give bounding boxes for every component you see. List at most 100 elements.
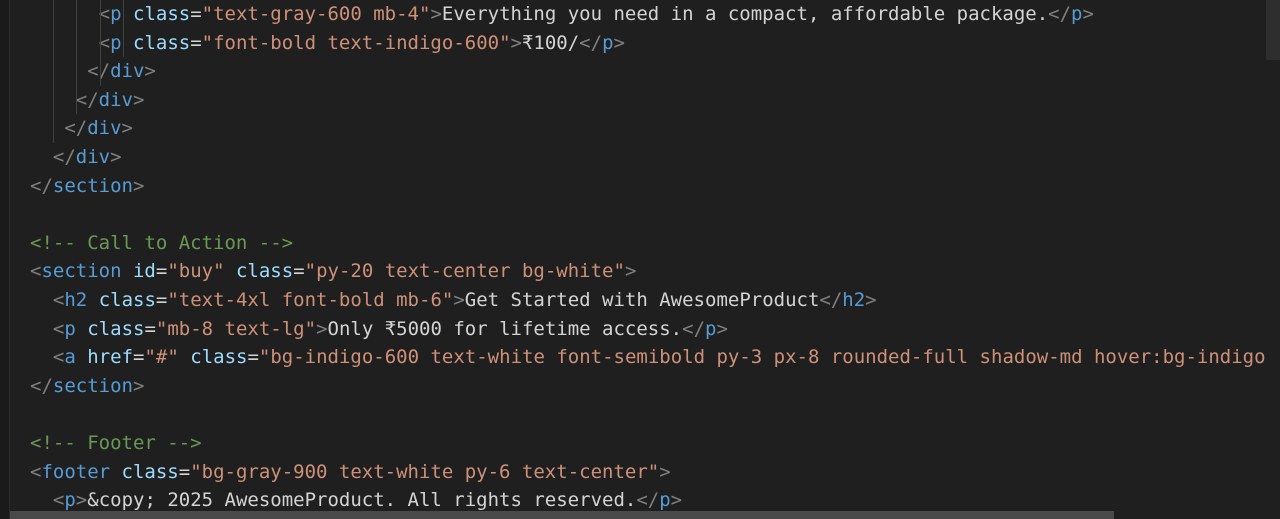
vertical-scrollbar-thumb[interactable] <box>1266 0 1280 60</box>
code-token: class <box>98 288 156 311</box>
code-token: > <box>110 145 122 168</box>
code-token: </ <box>64 117 88 140</box>
code-token: > <box>144 60 156 83</box>
code-token: p <box>705 317 717 340</box>
code-token: ₹100/ <box>521 31 580 54</box>
code-token: class <box>121 460 179 483</box>
code-token: = <box>190 3 202 25</box>
code-token: </ <box>1048 3 1072 25</box>
code-token: div <box>110 60 145 83</box>
code-token: > <box>121 117 133 140</box>
code-area[interactable]: <p class="text-gray-600 mb-4">Everything… <box>30 0 1280 515</box>
code-line[interactable] <box>30 200 1280 229</box>
code-line[interactable] <box>30 400 1280 429</box>
code-editor[interactable]: <p class="text-gray-600 mb-4">Everything… <box>0 0 1280 519</box>
code-token: p <box>110 31 122 54</box>
code-line[interactable]: </div> <box>30 57 1280 86</box>
indent-guide <box>99 28 101 58</box>
code-token: class <box>133 3 191 25</box>
code-token: </ <box>30 174 53 197</box>
code-token: </ <box>52 145 76 168</box>
code-token: </ <box>636 489 660 512</box>
code-token: > <box>453 288 465 311</box>
code-token: <!-- Call to Action --> <box>30 231 294 254</box>
code-token: p <box>64 317 76 340</box>
code-token: section <box>52 174 133 197</box>
code-line[interactable]: </div> <box>30 143 1280 172</box>
code-token: < <box>30 260 42 283</box>
code-token: &copy; 2025 AwesomeProduct. All rights r… <box>87 489 637 512</box>
code-token: < <box>52 317 65 340</box>
code-token: section <box>41 260 122 283</box>
indent-guide <box>99 0 101 29</box>
vertical-scrollbar[interactable] <box>1266 0 1280 519</box>
indent-guide <box>76 57 78 86</box>
indent-guide <box>53 28 54 58</box>
code-token: > <box>510 31 522 54</box>
code-line[interactable]: <p class="font-bold text-indigo-600">₹10… <box>30 28 1280 58</box>
code-token: <!-- Footer --> <box>30 431 202 454</box>
code-token: class <box>235 260 294 283</box>
indent-guide <box>76 0 78 29</box>
indent-guide <box>53 85 54 115</box>
code-line[interactable]: </section> <box>30 172 1280 201</box>
code-token: > <box>716 317 728 340</box>
code-token: "font-bold text-indigo-600" <box>201 31 511 54</box>
code-token: section <box>52 374 133 397</box>
indent-guide <box>99 57 101 86</box>
code-line[interactable]: <p class="mb-8 text-lg">Only ₹5000 for l… <box>30 315 1280 344</box>
code-token: a <box>64 346 76 369</box>
code-token: footer <box>41 460 111 483</box>
editor-gutter <box>0 0 10 519</box>
code-token: "mb-8 text-lg" <box>155 317 317 340</box>
code-token: "#" <box>144 346 179 369</box>
indent-guide <box>53 0 54 29</box>
code-token: < <box>52 346 65 369</box>
indent-guide <box>76 85 78 115</box>
code-line[interactable]: </div> <box>30 85 1280 115</box>
code-token: = <box>190 31 202 54</box>
code-token: > <box>132 374 145 397</box>
code-token: > <box>430 3 442 25</box>
code-line[interactable]: <!-- Footer --> <box>30 429 1280 458</box>
code-token: class <box>133 31 191 54</box>
code-token: p <box>602 31 614 54</box>
code-token: > <box>865 288 877 311</box>
code-line[interactable]: </section> <box>30 372 1280 401</box>
code-token: h2 <box>64 288 88 311</box>
code-line[interactable]: <h2 class="text-4xl font-bold mb-6">Get … <box>30 286 1280 315</box>
code-line[interactable]: <a href="#" class="bg-indigo-600 text-wh… <box>30 343 1280 372</box>
horizontal-scrollbar-thumb[interactable] <box>10 511 1114 519</box>
code-token: > <box>132 174 145 197</box>
code-token: </ <box>682 317 706 340</box>
code-token: p <box>64 489 76 512</box>
code-token: > <box>1082 3 1094 25</box>
indent-guide <box>76 28 78 58</box>
code-token: < <box>52 489 65 512</box>
code-token: href <box>87 346 134 369</box>
code-token: "buy" <box>167 260 225 283</box>
code-line[interactable]: <!-- Call to Action --> <box>30 229 1280 258</box>
indent-guide <box>53 114 54 143</box>
code-token: "text-4xl font-bold mb-6" <box>167 288 454 311</box>
code-line[interactable]: <p class="text-gray-600 mb-4">Everything… <box>30 0 1280 29</box>
code-line[interactable]: <footer class="bg-gray-900 text-white py… <box>30 458 1280 487</box>
code-line[interactable]: </div> <box>30 114 1280 143</box>
code-line[interactable]: <section id="buy" class="py-20 text-cent… <box>30 257 1280 286</box>
code-token: id <box>132 260 156 283</box>
code-token: class <box>87 317 145 340</box>
code-token: "bg-gray-900 text-white py-6 text-center… <box>190 460 660 483</box>
code-token: p <box>110 3 122 25</box>
